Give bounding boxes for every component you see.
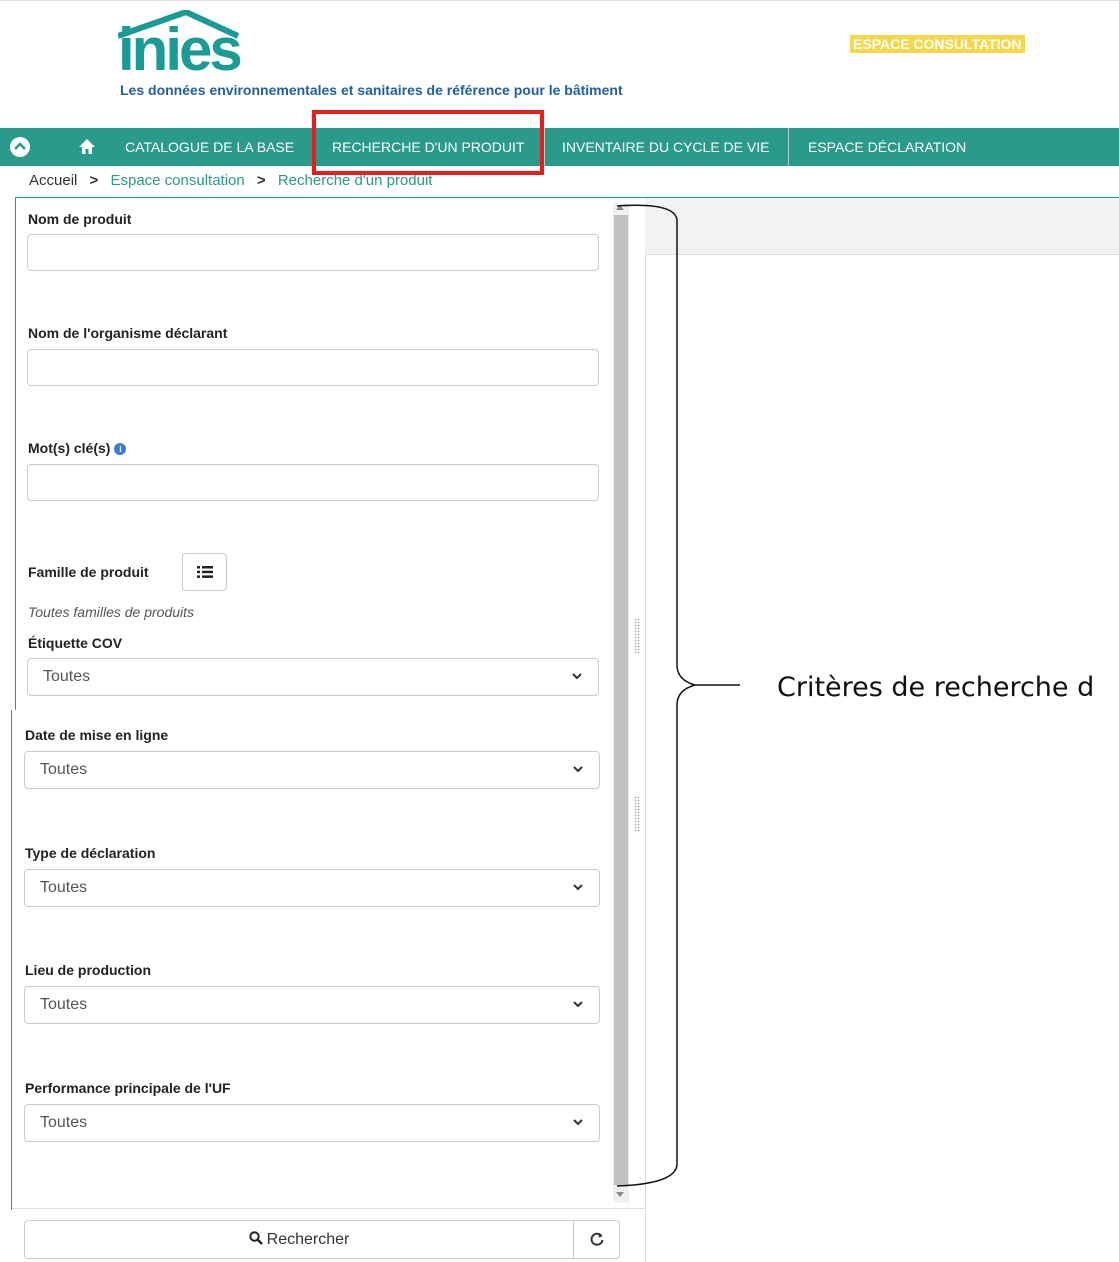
panel-border [15,197,16,710]
keywords-label: Mot(s) clé(s) i [28,440,127,456]
list-icon [197,566,213,578]
family-list-button[interactable] [182,553,227,591]
type-select-value: Toutes [40,879,88,896]
inies-logo[interactable]: inies [118,10,248,80]
search-button-label: Rechercher [266,1231,350,1248]
chevron-down-icon [572,673,582,680]
lieu-select[interactable]: Toutes [24,986,600,1024]
nav-home[interactable] [78,138,96,160]
refresh-icon [590,1232,603,1246]
family-label: Famille de produit [28,564,149,580]
home-icon [79,139,95,154]
breadcrumb-separator: > [89,172,99,189]
breadcrumb-separator: > [256,172,266,189]
top-border [0,0,1119,1]
info-icon[interactable]: i [114,443,127,455]
family-hint: Toutes familles de produits [28,604,195,620]
nav-divider [544,128,545,166]
search-icon [248,1231,263,1245]
nav-item-declaration[interactable]: ESPACE DÉCLARATION [808,128,966,166]
breadcrumb-home[interactable]: Accueil [29,172,77,189]
nav-item-inventaire[interactable]: INVENTAIRE DU CYCLE DE VIE [562,128,769,166]
annotation-brace [616,204,740,1187]
organism-label: Nom de l'organisme déclarant [28,325,228,341]
lieu-select-value: Toutes [40,996,88,1013]
cov-select-value: Toutes [43,668,91,685]
panel-border [11,710,12,1210]
perf-label: Performance principale de l'UF [25,1080,231,1096]
date-select[interactable]: Toutes [24,751,600,789]
date-label: Date de mise en ligne [25,727,169,743]
logo-wordmark: inies [118,16,243,83]
organism-input[interactable] [27,349,599,386]
chevron-down-icon [573,1119,583,1126]
nav-item-catalogue[interactable]: CATALOGUE DE LA BASE [125,128,294,166]
chevron-down-icon [573,884,583,891]
nav-divider [788,128,789,166]
lieu-label: Lieu de production [25,962,151,978]
type-label: Type de déclaration [25,845,156,861]
highlight-box [312,110,544,175]
type-select[interactable]: Toutes [24,869,600,907]
chevron-down-icon [573,766,583,773]
main-navbar: CATALOGUE DE LA BASE RECHERCHE D'UN PROD… [0,128,1119,166]
product-name-input[interactable] [27,234,599,271]
reset-button[interactable] [573,1220,620,1259]
chevron-down-icon [573,1001,583,1008]
date-select-value: Toutes [40,761,88,778]
chevron-up-icon [14,142,26,150]
annotation-label: Critères de recherche d [777,672,1095,703]
scroll-down-arrow[interactable] [616,1192,624,1197]
perf-select[interactable]: Toutes [24,1104,600,1142]
site-tagline: Les données environnementales et sanitai… [120,82,623,98]
cov-label: Étiquette COV [28,635,123,651]
search-button[interactable]: Rechercher [24,1220,574,1259]
collapse-toggle[interactable] [10,137,30,157]
breadcrumb-consultation[interactable]: Espace consultation [110,172,244,189]
product-name-label: Nom de produit [28,211,132,227]
form-footer-divider [12,1208,645,1209]
cov-select[interactable]: Toutes [27,658,599,696]
space-badge[interactable]: ESPACE CONSULTATION [850,35,1025,53]
keywords-input[interactable] [27,464,599,501]
keywords-label-text: Mot(s) clé(s) [28,440,111,456]
breadcrumb: Accueil > Espace consultation > Recherch… [29,172,432,192]
perf-select-value: Toutes [40,1114,88,1131]
